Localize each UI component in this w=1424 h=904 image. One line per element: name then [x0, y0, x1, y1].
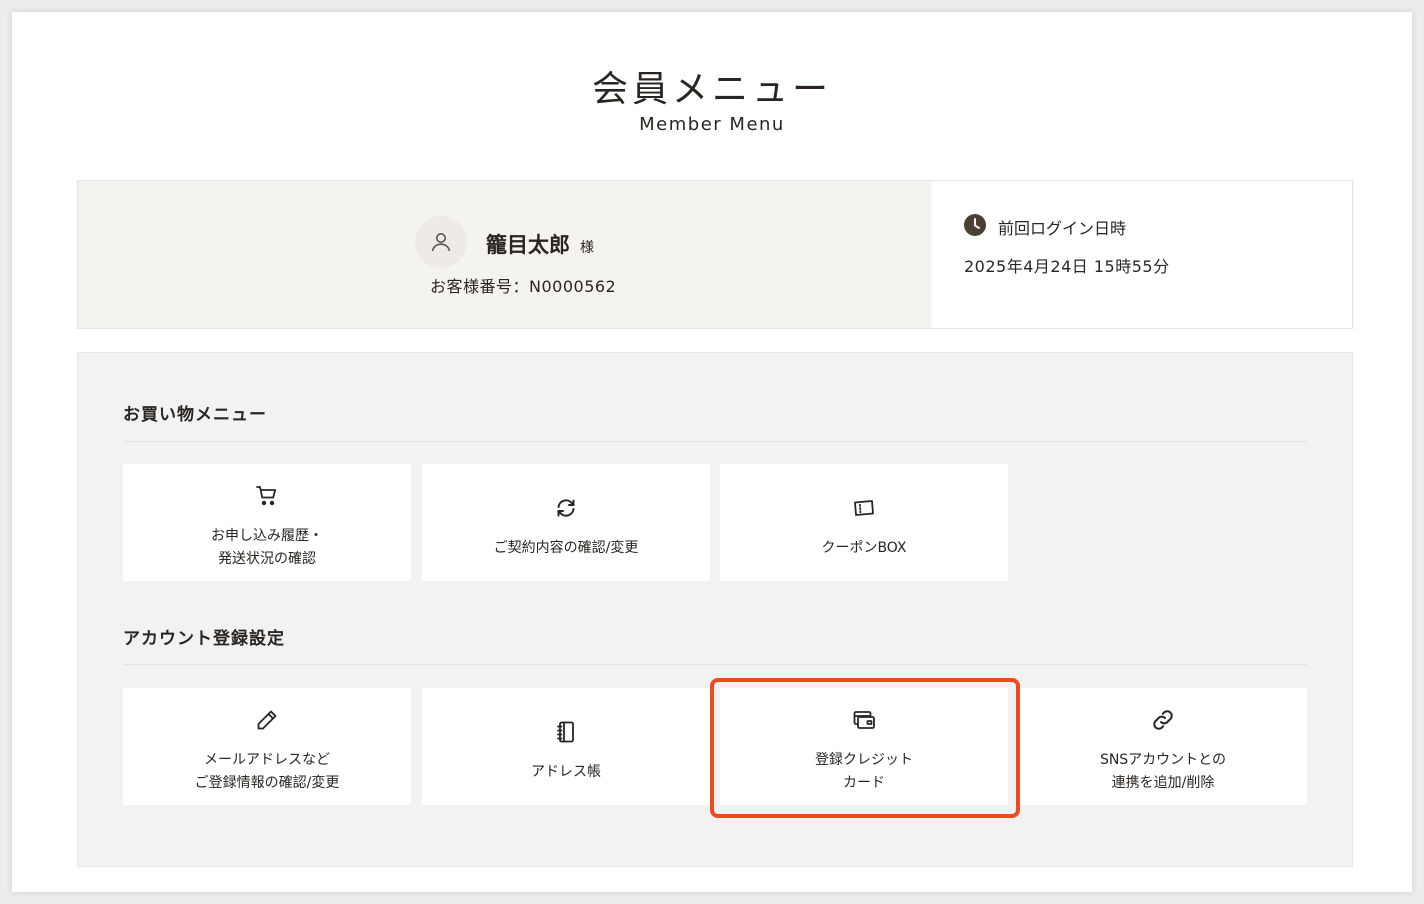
address-book-label: アドレス帳 [531, 764, 601, 780]
user-honorific: 様 [580, 240, 594, 256]
user-name: 籠目太郎 [486, 233, 570, 257]
profile-summary: 籠目太郎様 お客様番号：N0000562 [78, 181, 931, 328]
credit-card-icon [853, 711, 875, 729]
section-divider [123, 664, 1307, 665]
clock-icon [964, 214, 986, 236]
last-login-panel: 前回ログイン日時 2025年4月24日 15時55分 [931, 181, 1352, 328]
profile-card: 籠目太郎様 お客様番号：N0000562 前回ログイン日時 2025年4月24日… [77, 180, 1353, 329]
customer-number: お客様番号：N0000562 [430, 277, 617, 296]
sns-link-label: SNSアカウントとの 連携を追加/削除 [1099, 752, 1227, 791]
shopping-menu-title: お買い物メニュー [123, 405, 267, 425]
pencil-icon [257, 710, 277, 730]
profile-edit-label: メールアドレスなど ご登録情報の確認/変更 [194, 752, 340, 791]
page-frame: 会員メニュー Member Menu 籠目太郎様 お客様番号：N0000562 … [12, 12, 1412, 892]
last-login-value: 2025年4月24日 15時55分 [964, 257, 1170, 276]
address-book-tile[interactable]: アドレス帳 [422, 688, 710, 805]
contract-label: ご契約内容の確認/変更 [493, 540, 639, 556]
coupon-label: クーポンBOX [821, 540, 907, 556]
ticket-icon [854, 500, 874, 516]
address-book-icon [557, 721, 574, 743]
coupon-tile[interactable]: クーポンBOX [720, 464, 1008, 581]
page-subtitle: Member Menu [639, 114, 785, 135]
account-settings-title: アカウント登録設定 [123, 629, 285, 649]
credit-card-label: 登録クレジット カード [815, 752, 913, 791]
contract-tile[interactable]: ご契約内容の確認/変更 [422, 464, 710, 581]
profile-edit-tile[interactable]: メールアドレスなど ご登録情報の確認/変更 [123, 688, 411, 805]
order-history-label: お申し込み履歴・ 発送状況の確認 [211, 528, 323, 567]
user-icon [431, 233, 451, 252]
page-title: 会員メニュー [591, 69, 832, 110]
avatar [415, 216, 467, 268]
order-history-tile[interactable]: お申し込み履歴・ 発送状況の確認 [123, 464, 411, 581]
last-login-label: 前回ログイン日時 [998, 219, 1127, 238]
refresh-icon [557, 499, 575, 517]
section-divider [123, 441, 1307, 442]
menu-panel: お買い物メニュー お申し込み履歴・ 発送状況の確認 ご契約内容の確認/変更 クー… [77, 352, 1353, 867]
user-name-row: 籠目太郎様 [486, 229, 594, 259]
credit-card-tile[interactable]: 登録クレジット カード [720, 688, 1008, 805]
cart-icon [256, 486, 277, 506]
sns-link-tile[interactable]: SNSアカウントとの 連携を追加/削除 [1019, 688, 1307, 805]
link-icon [1153, 710, 1173, 730]
